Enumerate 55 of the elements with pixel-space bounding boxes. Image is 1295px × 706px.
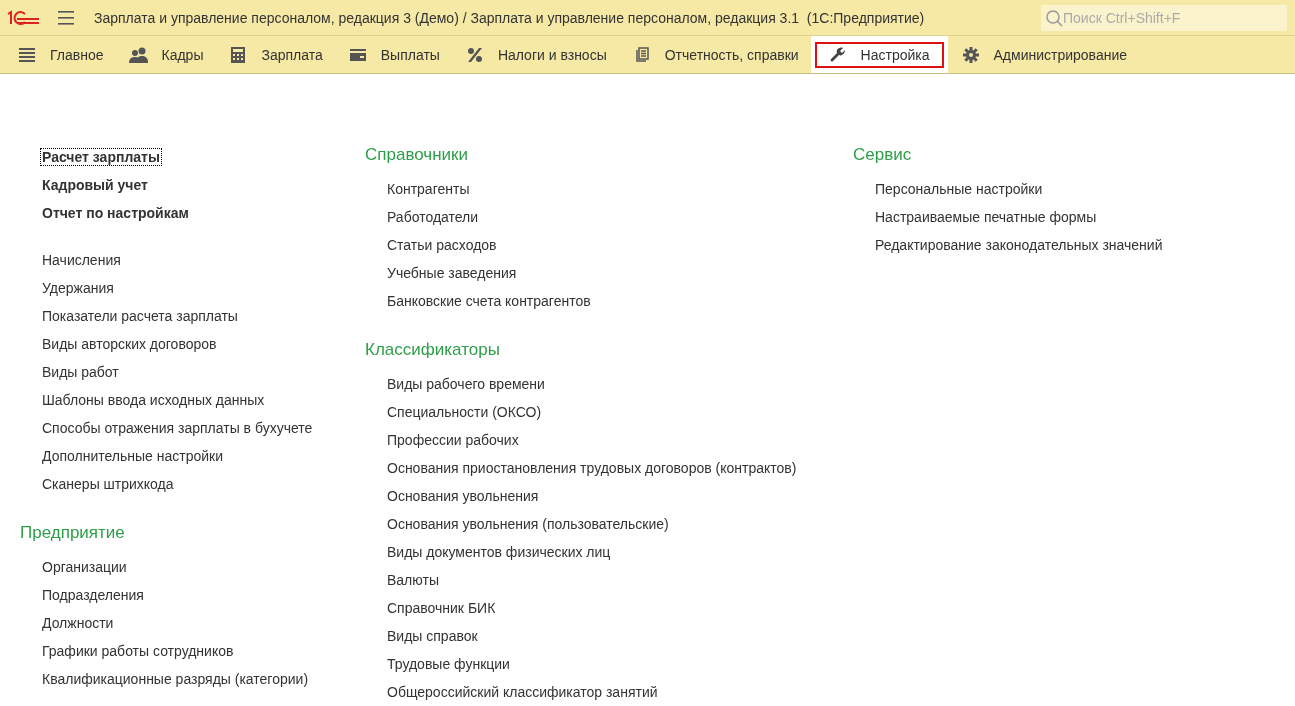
window-title: Зарплата и управление персоналом, редакция 3 (Демо) / Зарплата и управление персоналом, редакция 3.1 (1С:Предприятие) (94, 9, 926, 26)
nav-link[interactable]: Графики работы сотрудников (40, 642, 236, 660)
section-tab[interactable]: Выплаты (334, 36, 452, 73)
nav-link[interactable]: Трудовые функции (385, 655, 512, 673)
section-tab[interactable]: Администрирование (947, 36, 1139, 73)
lines-icon (16, 46, 38, 63)
section-tab[interactable]: Кадры (115, 36, 216, 73)
nav-link[interactable]: Показатели расчета зарплаты (40, 307, 240, 325)
nav-link[interactable]: Специальности (ОКСО) (385, 403, 544, 421)
nav-link[interactable]: Настраиваемые печатные формы (873, 208, 1099, 226)
nav-link[interactable]: Виды документов физических лиц (385, 543, 613, 561)
nav-link[interactable]: Кадровый учет (40, 176, 150, 194)
nav-link[interactable]: Контрагенты (385, 180, 472, 198)
nav-link[interactable]: Квалификационные разряды (категории) (40, 670, 311, 688)
nav-link[interactable]: Способы отражения зарплаты в бухучете (40, 419, 315, 437)
search-field[interactable]: Поиск Ctrl+Shift+F (1041, 4, 1287, 31)
nav-link[interactable]: Основания увольнения (пользовательские) (385, 515, 671, 533)
section-tab[interactable]: Отчетность, справки (618, 36, 811, 73)
nav-link[interactable]: Основания приостановления трудовых договоров (контрактов) (385, 459, 799, 477)
nav-link[interactable]: Общероссийский классификатор занятий (385, 683, 660, 701)
nav-link[interactable]: Отчет по настройкам (40, 204, 191, 222)
nav-link[interactable]: Удержания (40, 279, 116, 297)
nav-link[interactable]: Профессии рабочих (385, 431, 521, 449)
menu-icon[interactable] (58, 10, 74, 25)
group-heading: Сервис (853, 144, 912, 166)
nav-link[interactable]: Основания увольнения (385, 487, 541, 505)
logo-icon (6, 9, 40, 26)
nav-link[interactable]: Виды работ (40, 363, 121, 381)
nav-link[interactable]: Подразделения (40, 586, 146, 604)
nav-link[interactable]: Виды справок (385, 627, 480, 645)
people-icon (127, 46, 150, 63)
nav-link[interactable]: Виды авторских договоров (40, 335, 219, 353)
nav-link[interactable]: Редактирование законодательных значений (873, 236, 1165, 254)
nav-link[interactable]: Работодатели (385, 208, 481, 226)
section-tab[interactable]: Зарплата (215, 36, 335, 73)
section-tab[interactable]: Главное (4, 36, 116, 73)
nav-link[interactable]: Справочник БИК (385, 599, 498, 617)
nav-link[interactable]: Должности (40, 614, 116, 632)
section-tab[interactable]: Налоги и взносы (451, 36, 619, 73)
nav-link[interactable]: Валюты (385, 571, 441, 589)
group-heading: Предприятие (20, 522, 125, 544)
nav-link[interactable]: Банковские счета контрагентов (385, 292, 593, 310)
nav-link[interactable]: Дополнительные настройки (40, 447, 225, 465)
section-tab[interactable]: Настройка (810, 36, 948, 73)
nav-link[interactable]: Виды рабочего времени (385, 375, 547, 393)
group-heading: Справочники (365, 144, 468, 166)
nav-link[interactable]: Статьи расходов (385, 236, 499, 254)
nav-link[interactable]: Расчет зарплаты (40, 148, 162, 166)
nav-link[interactable]: Шаблоны ввода исходных данных (40, 391, 267, 409)
nav-link[interactable]: Учебные заведения (385, 264, 519, 282)
group-heading: Классификаторы (365, 339, 500, 361)
nav-link[interactable]: Персональные настройки (873, 180, 1045, 198)
nav-link[interactable]: Сканеры штрихкода (40, 475, 176, 493)
nav-link[interactable]: Организации (40, 558, 129, 576)
nav-link[interactable]: Начисления (40, 251, 123, 269)
